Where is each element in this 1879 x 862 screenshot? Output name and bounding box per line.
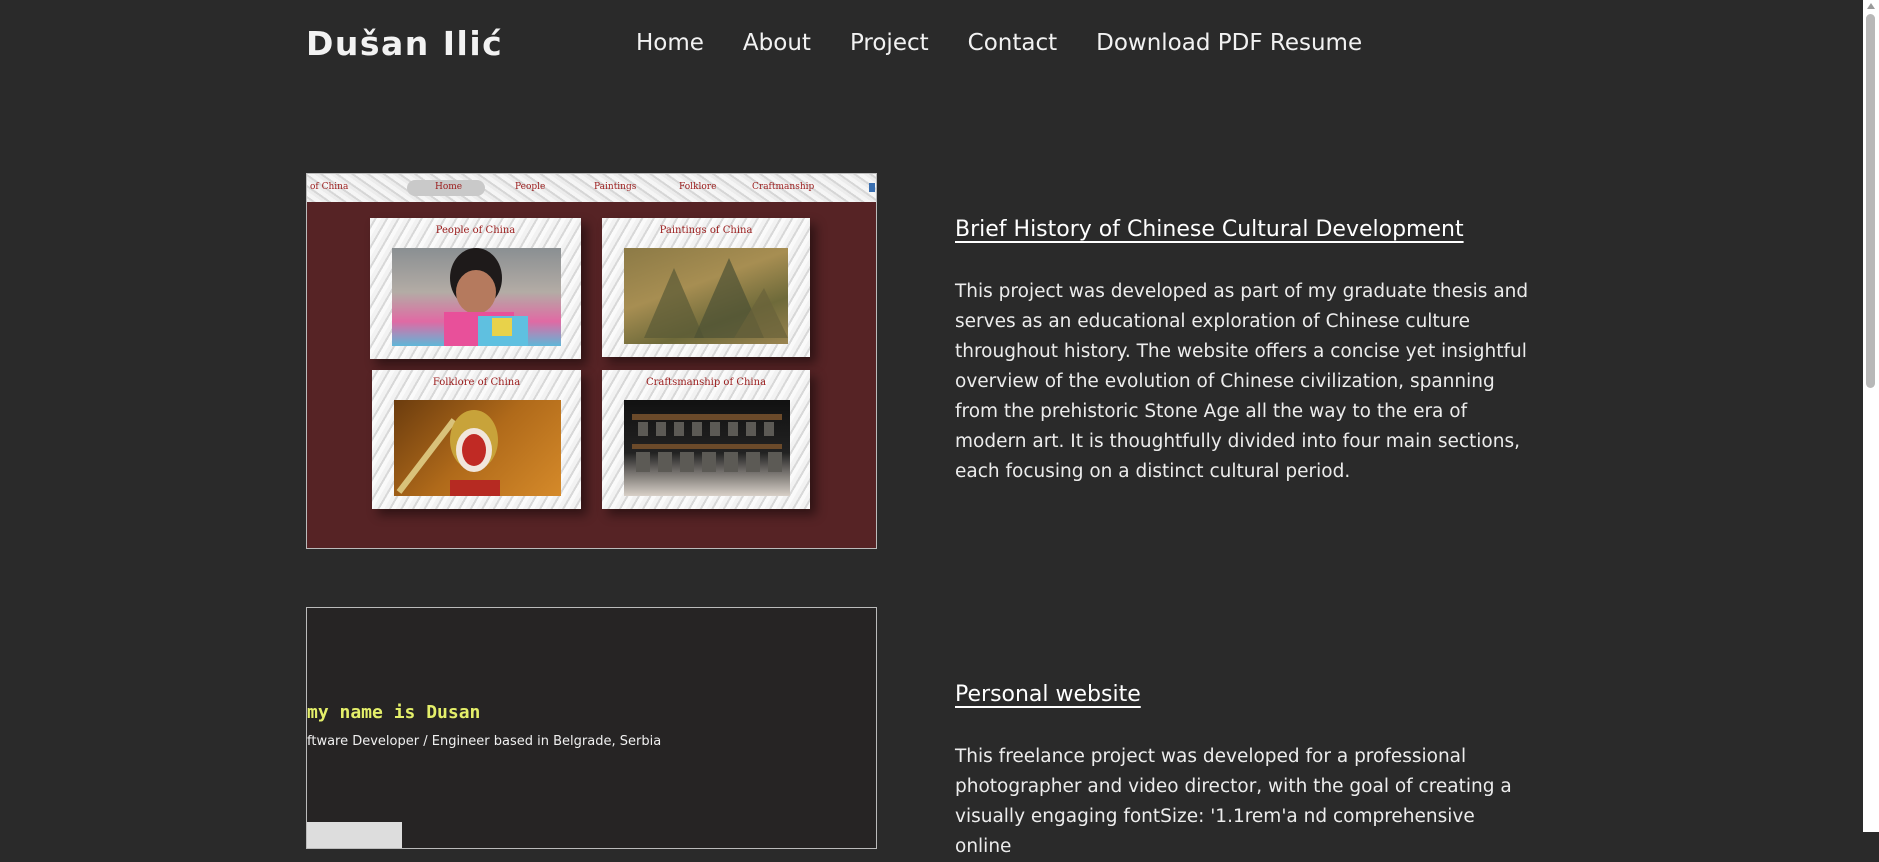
main-nav: Home About Project Contact Download PDF … bbox=[636, 30, 1401, 56]
project-screenshot-personal-website[interactable]: my name is Dusan ftware Developer / Engi… bbox=[306, 607, 877, 849]
project-description-chinese-culture: This project was developed as part of my… bbox=[955, 281, 1529, 482]
child-photo bbox=[392, 248, 561, 346]
screenshot-thumbnail bbox=[307, 822, 402, 848]
card-craftsmanship-of-china: Craftsmanship of China bbox=[602, 370, 810, 509]
screenshot-nav-craftmanship: Craftmanship bbox=[752, 182, 815, 192]
card-people-of-china: People of China bbox=[370, 218, 581, 359]
nav-project[interactable]: Project bbox=[850, 30, 929, 56]
card-title: Folklore of China bbox=[432, 377, 521, 388]
screenshot-nav-people: People bbox=[515, 182, 546, 192]
scroll-up-arrow-icon[interactable] bbox=[1867, 3, 1875, 9]
screenshot-nav-paintings: Paintings bbox=[594, 182, 637, 192]
page-scrollbar[interactable] bbox=[1863, 0, 1879, 832]
screenshot-nav-brand: of China bbox=[310, 182, 349, 192]
scrollbar-thumb[interactable] bbox=[1866, 14, 1875, 388]
painting-photo bbox=[624, 248, 788, 344]
screenshot-nav-folklore: Folklore bbox=[679, 182, 717, 192]
site-logo[interactable]: Dušan Ilić bbox=[306, 24, 503, 63]
card-title: Paintings of China bbox=[659, 225, 753, 236]
nav-about[interactable]: About bbox=[743, 30, 811, 56]
screenshot-greeting: my name is Dusan bbox=[307, 702, 481, 723]
screenshot-nav-edge-marker bbox=[869, 183, 875, 192]
bronze-bells-photo bbox=[624, 400, 790, 496]
card-paintings-of-china: Paintings of China bbox=[602, 218, 810, 357]
nav-download-resume[interactable]: Download PDF Resume bbox=[1096, 30, 1362, 56]
project-description-personal-website: This freelance project was developed for… bbox=[955, 746, 1512, 857]
card-folklore-of-china: Folklore of China bbox=[372, 370, 581, 509]
screenshot-nav-home: Home bbox=[435, 182, 463, 192]
project-screenshot-chinese-culture[interactable]: of China Home People Paintings Folklore … bbox=[306, 173, 877, 549]
card-title: Craftsmanship of China bbox=[645, 377, 767, 388]
card-title: People of China bbox=[435, 225, 516, 236]
project-title-chinese-culture[interactable]: Brief History of Chinese Cultural Develo… bbox=[955, 217, 1464, 242]
nav-contact[interactable]: Contact bbox=[968, 30, 1057, 56]
screenshot-nav-bar: of China Home People Paintings Folklore … bbox=[307, 174, 876, 202]
screenshot-role: ftware Developer / Engineer based in Bel… bbox=[307, 734, 662, 749]
nav-home[interactable]: Home bbox=[636, 30, 704, 56]
project-title-personal-website[interactable]: Personal website bbox=[955, 682, 1141, 707]
monkey-king-photo bbox=[394, 400, 561, 496]
